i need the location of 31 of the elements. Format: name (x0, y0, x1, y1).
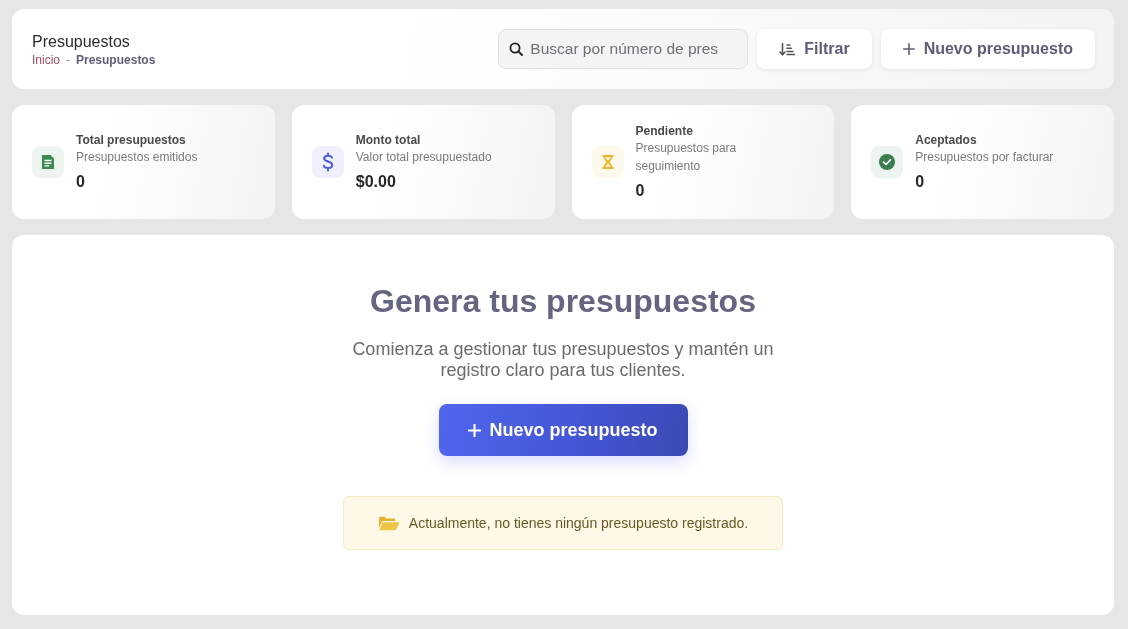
dollar-icon (311, 146, 344, 178)
stat-value: 0 (915, 171, 926, 192)
breadcrumb-link[interactable]: Inicio (32, 52, 60, 68)
search-field[interactable]: Buscar por número de pres (498, 29, 749, 69)
stat-title: Total presupuestos (76, 132, 187, 148)
stat-subtitle: Presupuestos para seguimiento (635, 139, 738, 175)
plus-icon (902, 43, 915, 55)
empty-state-title: Genera tus presupuestos (370, 283, 756, 319)
breadcrumb-separator: - (66, 52, 70, 68)
breadcrumb-current: Presupuestos (76, 52, 156, 68)
stat-subtitle: Presupuestos por facturar (915, 148, 1054, 166)
stat-title: Aceptados (915, 132, 978, 148)
document-icon (32, 146, 64, 178)
sort-icon (779, 42, 796, 56)
filter-button[interactable]: Filtrar (757, 29, 872, 69)
plus-icon (468, 423, 482, 437)
stat-value: $0.00 (355, 171, 397, 192)
page-title: Presupuestos (32, 32, 131, 52)
empty-state-description: Comienza a gestionar tus presupuestos y mantén un registro claro para tus clientes. (351, 339, 775, 381)
stat-value: 0 (635, 180, 646, 201)
stat-title: Pendiente (635, 123, 694, 139)
stat-value: 0 (76, 171, 86, 192)
new-budget-button[interactable]: Nuevo presupuesto (438, 404, 688, 456)
stat-subtitle: Valor total presupuestado (355, 148, 492, 166)
hourglass-icon (591, 146, 624, 178)
notice-text: Actualmente, no tienes ningún presupuesto registrado. (408, 515, 749, 531)
stat-title: Monto total (355, 132, 422, 148)
search-icon (509, 42, 524, 56)
stat-subtitle: Presupuestos emitidos (76, 148, 198, 166)
new-budget-button[interactable]: Nuevo presupuesto (880, 29, 1095, 69)
folder-icon (377, 515, 400, 531)
